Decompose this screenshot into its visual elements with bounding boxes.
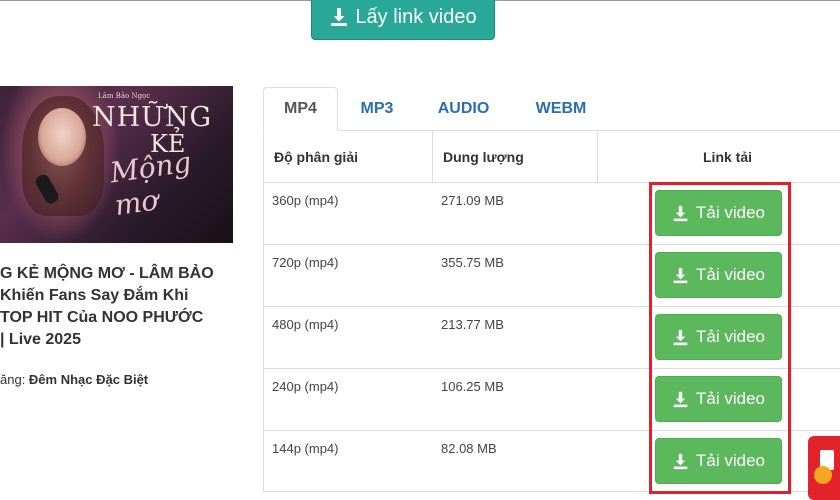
- thumbnail-title-line1: NHỮNG: [92, 102, 213, 133]
- column-divider: [432, 131, 433, 182]
- resolution-cell: 360p (mp4): [272, 193, 339, 208]
- download-video-button[interactable]: Tải video: [655, 252, 782, 298]
- download-video-button[interactable]: Tải video: [655, 438, 782, 484]
- tab-mp3[interactable]: MP3: [338, 87, 416, 131]
- video-title: G KẺ MỘNG MƠ - LÂM BẢO Khiến Fans Say Đắ…: [0, 263, 232, 351]
- size-cell: 106.25 MB: [441, 379, 504, 394]
- channel-prefix: ăng:: [0, 372, 29, 387]
- download-label: Tải video: [696, 389, 765, 408]
- download-video-button[interactable]: Tải video: [655, 314, 782, 360]
- thumbnail-title-line3: Mộng mơ: [107, 145, 194, 223]
- thumbnail-singer-face: [38, 108, 86, 166]
- size-cell: 355.75 MB: [441, 255, 504, 270]
- table-row: 240p (mp4) 106.25 MB Tải video: [264, 368, 840, 430]
- size-cell: 213.77 MB: [441, 317, 504, 332]
- download-label: Tải video: [696, 265, 765, 284]
- download-label: Tải video: [696, 327, 765, 346]
- header-link: Link tải: [703, 148, 753, 165]
- widget-circle-icon: [814, 466, 832, 484]
- resolution-cell: 720p (mp4): [272, 255, 339, 270]
- tab-audio[interactable]: AUDIO: [416, 87, 511, 131]
- header-size: Dung lượng: [443, 148, 524, 165]
- video-title-line: | Live 2025: [0, 331, 81, 348]
- video-title-line: Khiến Fans Say Đắm Khi: [0, 287, 189, 304]
- download-icon: [673, 453, 688, 469]
- download-table: Độ phân giải Dung lượng Link tải 360p (m…: [263, 130, 840, 492]
- download-icon: [673, 205, 688, 221]
- resolution-cell: 240p (mp4): [272, 379, 339, 394]
- download-video-button[interactable]: Tải video: [655, 190, 782, 236]
- column-divider: [597, 131, 598, 182]
- size-cell: 271.09 MB: [441, 193, 504, 208]
- get-link-button[interactable]: Lấy link video: [311, 0, 495, 40]
- download-video-button[interactable]: Tải video: [655, 376, 782, 422]
- download-icon: [673, 267, 688, 283]
- download-icon: [673, 391, 688, 407]
- video-title-line: TOP HIT Của NOO PHƯỚC: [0, 309, 204, 326]
- table-row: 360p (mp4) 271.09 MB Tải video: [264, 182, 840, 244]
- download-icon: [673, 329, 688, 345]
- header-resolution: Độ phân giải: [274, 148, 358, 165]
- size-cell: 82.08 MB: [441, 441, 497, 456]
- download-icon: [331, 8, 348, 26]
- tab-mp4[interactable]: MP4: [263, 87, 338, 131]
- table-row: 144p (mp4) 82.08 MB Tải video: [264, 430, 840, 492]
- format-tabs: MP4 MP3 AUDIO WEBM: [263, 87, 611, 131]
- download-label: Tải video: [696, 451, 765, 470]
- thumbnail-caption: Lâm Bảo Ngọc: [98, 92, 151, 100]
- tab-webm[interactable]: WEBM: [511, 87, 611, 131]
- video-thumbnail[interactable]: Lâm Bảo Ngọc NHỮNG KẺ Mộng mơ: [0, 86, 233, 243]
- channel-name[interactable]: Đêm Nhạc Đặc Biệt: [29, 372, 148, 387]
- resolution-cell: 144p (mp4): [272, 441, 339, 456]
- floating-widget[interactable]: [808, 436, 840, 500]
- download-label: Tải video: [696, 203, 765, 222]
- table-row: 480p (mp4) 213.77 MB Tải video: [264, 306, 840, 368]
- get-link-label: Lấy link video: [355, 5, 477, 28]
- channel-info: ăng: Đêm Nhạc Đặc Biệt: [0, 372, 148, 387]
- resolution-cell: 480p (mp4): [272, 317, 339, 332]
- video-title-line: G KẺ MỘNG MƠ - LÂM BẢO: [0, 265, 214, 282]
- table-row: 720p (mp4) 355.75 MB Tải video: [264, 244, 840, 306]
